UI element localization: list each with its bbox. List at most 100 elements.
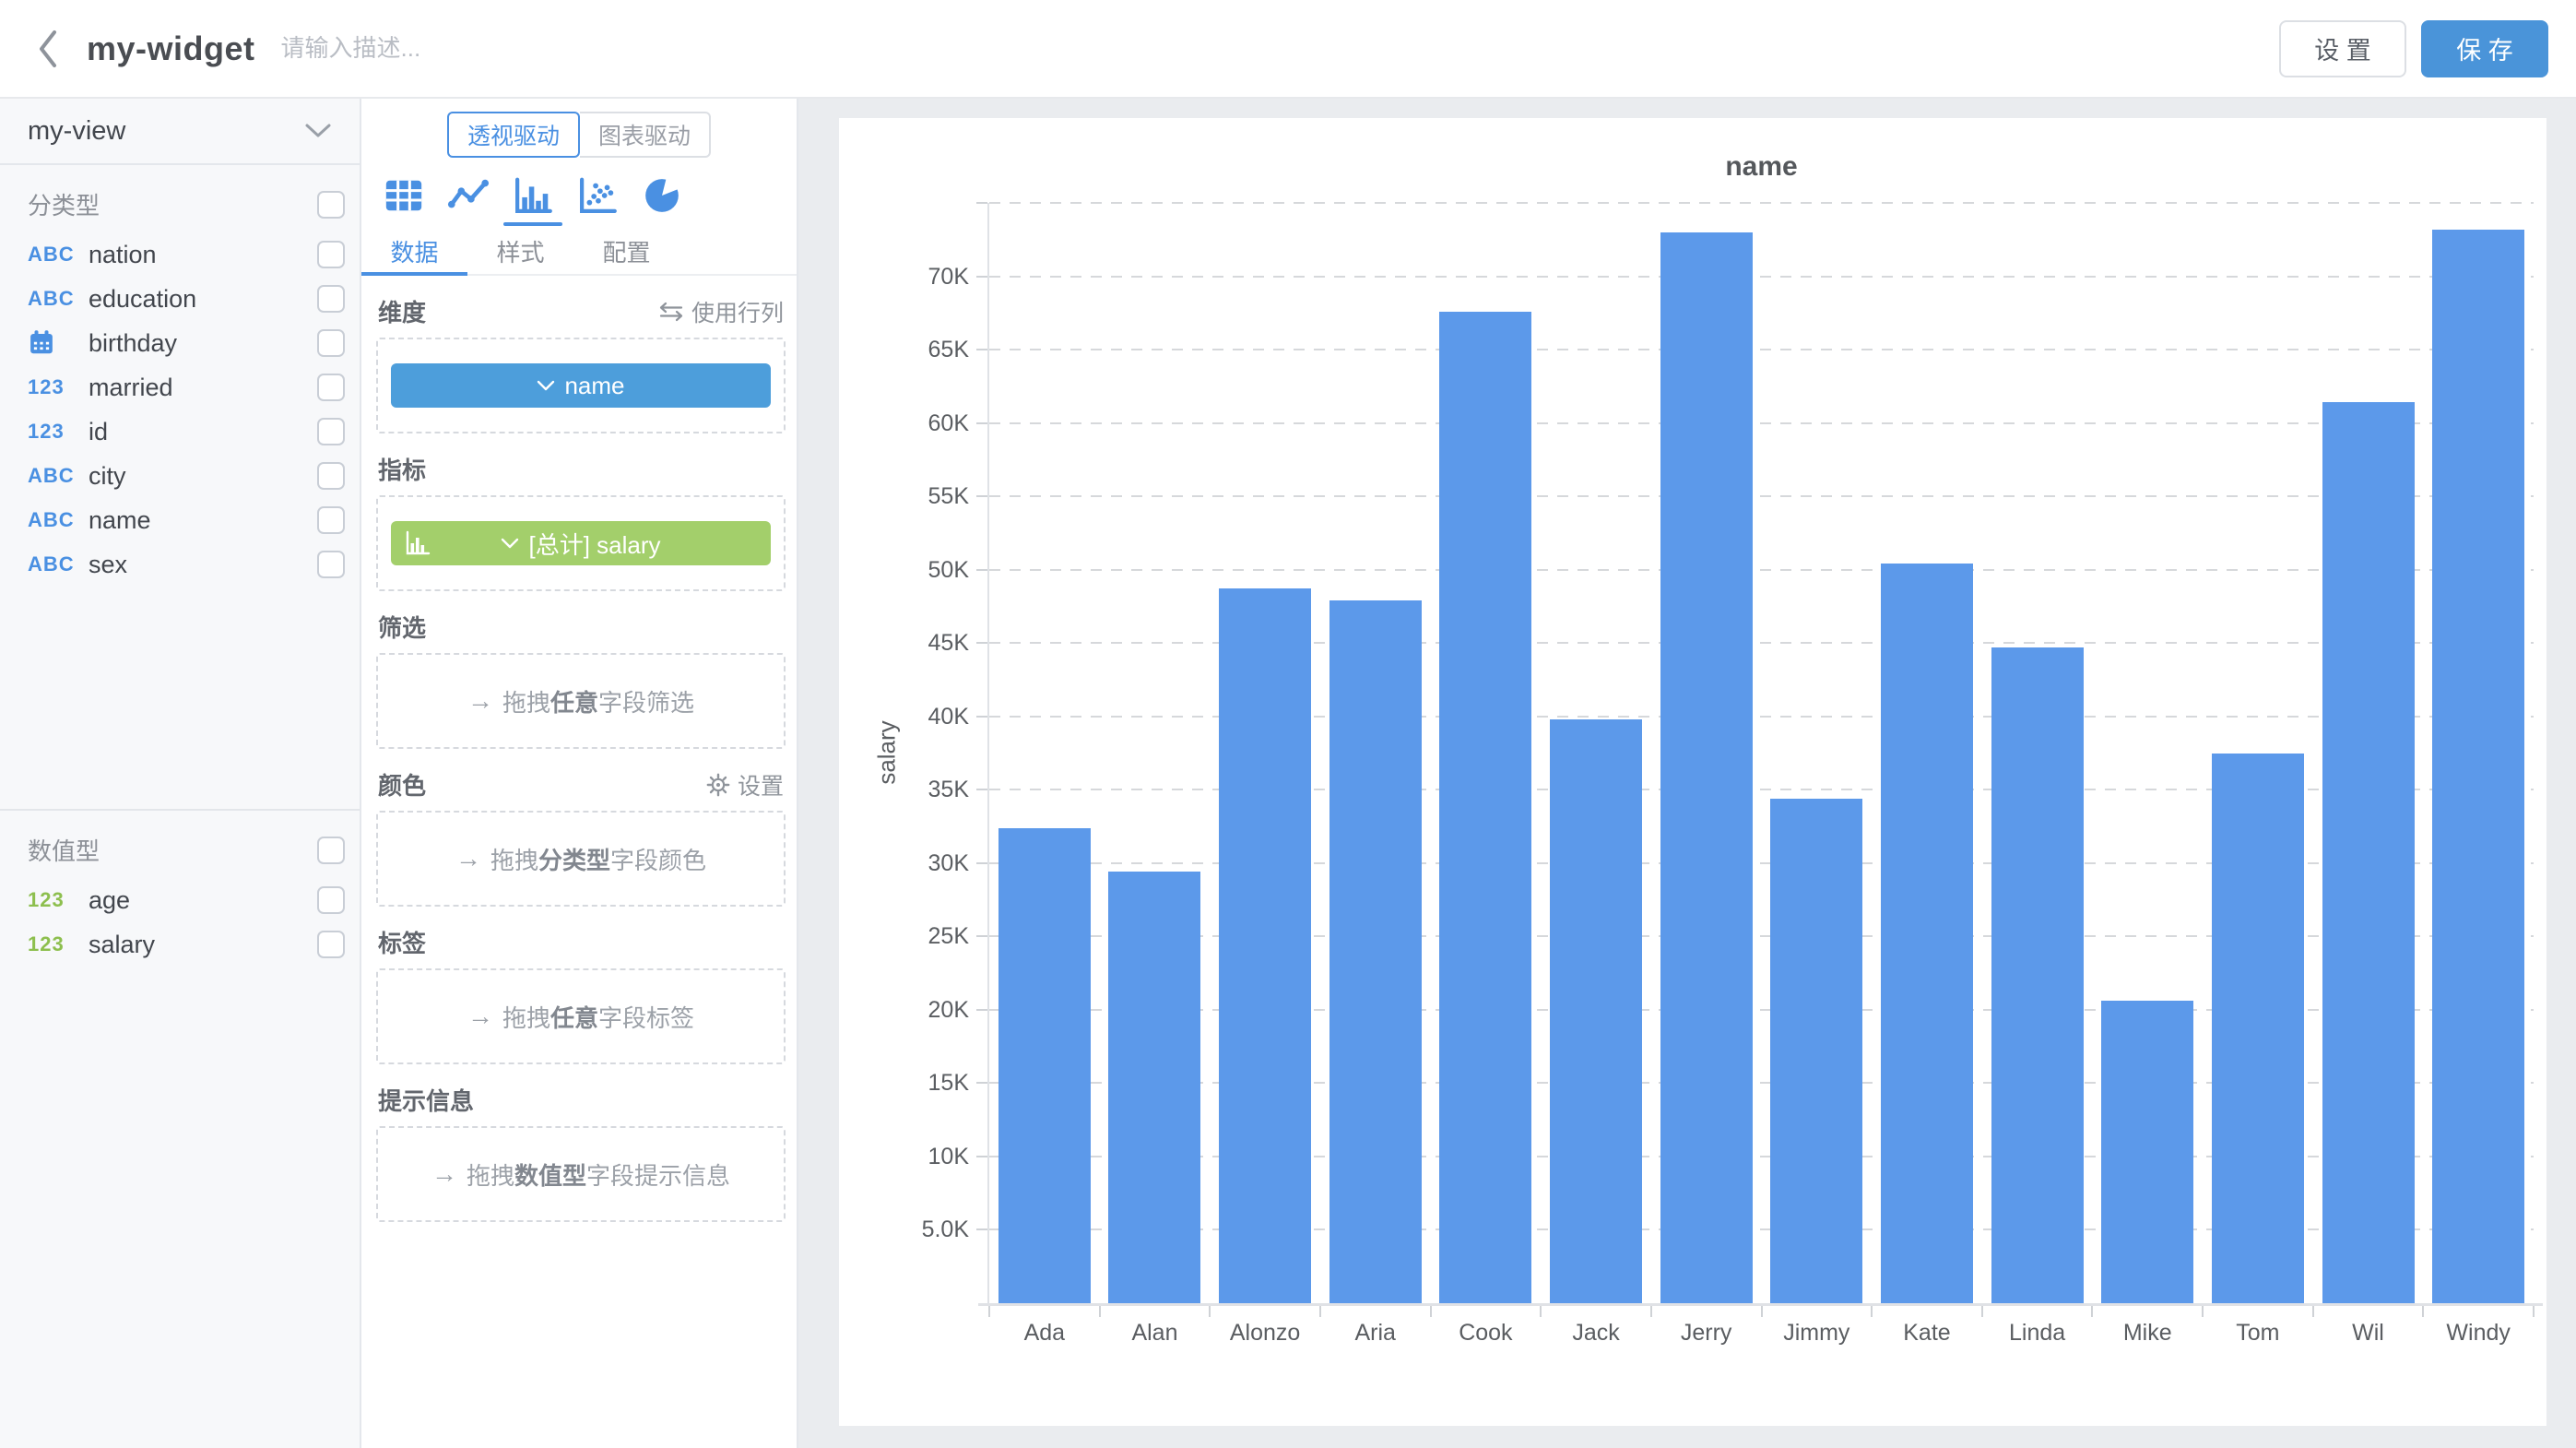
color-settings-action[interactable]: 设置 [706,768,784,801]
category-fields-section: 分类型 ABCnationABCeducationbirthday123marr… [0,165,360,811]
tooltip-dropzone[interactable]: → 拖拽数值型字段提示信息 [376,1126,786,1222]
label-dropzone[interactable]: → 拖拽任意字段标签 [376,968,786,1064]
tooltip-section-header: 提示信息 [378,1083,784,1117]
field-item-sex[interactable]: ABCsex [0,542,360,587]
x-axis-label: Linda [1982,1320,2093,1347]
y-axis-label: 70K [839,264,969,291]
bar-Kate[interactable] [1881,564,1973,1303]
bar-Alan[interactable] [1108,872,1200,1303]
chart-type-line[interactable] [446,174,490,226]
field-checkbox[interactable] [317,241,345,268]
bar-Tom[interactable] [2212,754,2304,1304]
bar-Ada[interactable] [998,828,1091,1303]
save-button[interactable]: 保 存 [2421,20,2548,77]
field-checkbox[interactable] [317,462,345,490]
y-axis-label: 65K [839,337,969,363]
bar-Mike[interactable] [2101,1001,2193,1303]
bar-Jack[interactable] [1550,719,1642,1303]
category-select-all-checkbox[interactable] [317,191,345,219]
metric-pill-salary[interactable]: [总计] salary [391,521,771,565]
chart-type-scatter[interactable] [575,174,620,226]
category-field-list: ABCnationABCeducationbirthday123married1… [0,232,360,587]
bar-Aria[interactable] [1329,600,1422,1303]
color-section-header: 颜色 设置 [378,767,784,801]
description-input[interactable] [281,34,668,63]
dimension-pill-label: name [564,372,624,400]
settings-button[interactable]: 设 置 [2279,20,2406,77]
label-dropzone-hint: → 拖拽任意字段标签 [467,1000,694,1034]
bar-Cook[interactable] [1439,312,1531,1303]
y-axis-label: 30K [839,850,969,877]
field-item-birthday[interactable]: birthday [0,321,360,365]
table-icon [383,174,425,217]
numeric-section-label: 数值型 [28,833,317,867]
bar-Jerry[interactable] [1660,232,1753,1303]
text-type-icon: ABC [28,243,89,267]
field-checkbox[interactable] [317,506,345,534]
field-item-married[interactable]: 123married [0,365,360,409]
bar-Alonzo[interactable] [1219,588,1311,1303]
topbar: my-widget 设 置 保 存 [0,0,2576,99]
field-item-city[interactable]: ABCcity [0,454,360,498]
dimension-dropzone[interactable]: name [376,338,786,433]
field-checkbox[interactable] [317,374,345,401]
x-axis-tick [1099,1306,1101,1317]
tab-data[interactable]: 数据 [361,228,467,274]
bar-Jimmy[interactable] [1770,799,1862,1303]
dimension-label: 维度 [378,294,426,328]
field-item-nation[interactable]: ABCnation [0,232,360,277]
field-checkbox[interactable] [317,931,345,958]
mode-pivot-drive[interactable]: 透视驱动 [447,112,580,158]
tab-style[interactable]: 样式 [467,228,573,274]
field-item-education[interactable]: ABCeducation [0,277,360,321]
bar-Windy[interactable] [2432,230,2524,1303]
field-checkbox[interactable] [317,285,345,313]
view-selector[interactable]: my-view [0,99,360,165]
chart-type-pie[interactable] [640,174,684,226]
metric-dropzone[interactable]: [总计] salary [376,495,786,591]
dimension-section-header: 维度 使用行列 [378,294,784,328]
x-axis-label: Kate [1872,1320,1982,1347]
use-rows-cols-action[interactable]: 使用行列 [658,295,784,328]
chart-type-table[interactable] [382,174,426,226]
back-button[interactable] [28,21,68,77]
mode-chart-drive[interactable]: 图表驱动 [580,112,711,158]
field-checkbox[interactable] [317,329,345,357]
numeric-select-all-checkbox[interactable] [317,837,345,864]
color-dropzone[interactable]: → 拖拽分类型字段颜色 [376,811,786,907]
field-label: city [89,462,317,491]
config-panel: 透视驱动 图表驱动 [361,99,798,1448]
y-axis-label: 45K [839,630,969,657]
field-item-salary[interactable]: 123salary [0,922,360,967]
gridline [989,569,2534,571]
field-item-id[interactable]: 123id [0,409,360,454]
tab-config[interactable]: 配置 [573,228,679,274]
chart-type-bar[interactable] [511,174,555,226]
field-label: name [89,506,317,535]
bar-Wil[interactable] [2322,402,2415,1303]
tooltip-dropzone-hint: → 拖拽数值型字段提示信息 [431,1157,730,1192]
color-settings-label: 设置 [738,768,784,801]
chart-card: name salary 5.0K10K15K20K25K30K35K40K45K… [839,118,2546,1426]
filter-label: 筛选 [378,610,426,644]
y-axis-title: salary [873,720,902,784]
metric-section-header: 指标 [378,452,784,486]
filter-section-header: 筛选 [378,610,784,644]
bar-Linda[interactable] [1991,647,2084,1303]
field-checkbox[interactable] [317,551,345,578]
y-axis-tick [976,569,987,571]
label-section-header: 标签 [378,925,784,959]
pie-chart-icon [641,174,683,217]
field-item-age[interactable]: 123age [0,878,360,922]
y-axis-tick [976,1009,987,1011]
field-checkbox[interactable] [317,418,345,445]
field-checkbox[interactable] [317,886,345,914]
color-label: 颜色 [378,767,426,801]
filter-dropzone[interactable]: → 拖拽任意字段筛选 [376,653,786,749]
dimension-pill-name[interactable]: name [391,363,771,408]
field-item-name[interactable]: ABCname [0,498,360,542]
filter-dropzone-hint: → 拖拽任意字段筛选 [467,684,694,718]
y-axis-tick [976,349,987,350]
arrow-right-icon: → [467,1002,493,1031]
chevron-down-icon [304,123,332,139]
